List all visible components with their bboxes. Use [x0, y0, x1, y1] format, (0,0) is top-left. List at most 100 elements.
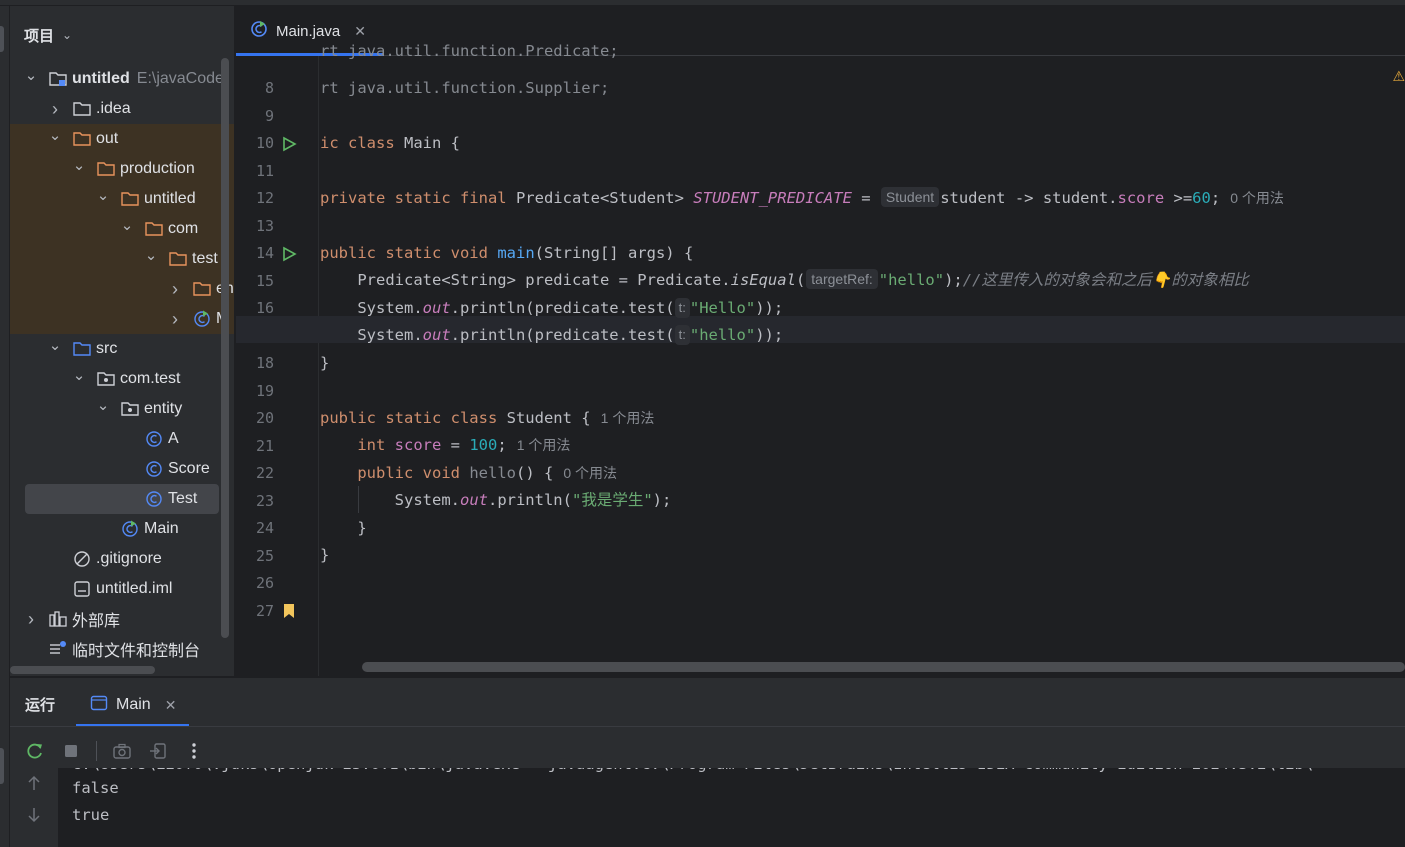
console-line: true	[72, 806, 110, 824]
line-number: 15	[255, 271, 274, 290]
tree-item[interactable]: ›Main	[10, 514, 234, 544]
java-class-icon	[144, 460, 164, 478]
tree-item[interactable]: › 外部库	[10, 604, 234, 634]
tree-item[interactable]: ›en	[10, 274, 234, 304]
tree-item[interactable]: ›.gitignore	[10, 544, 234, 574]
chevron-right-icon[interactable]: ›	[168, 309, 182, 330]
folder-orange-icon	[144, 220, 164, 238]
chevron-right-icon[interactable]: ›	[48, 99, 62, 120]
code-line-21: int score = 100; 1 个用法	[320, 436, 571, 454]
run-gutter-icon[interactable]	[280, 240, 298, 267]
code-line-15: Predicate<String> predicate = Predicate.…	[320, 269, 1249, 289]
tree-item[interactable]: ⌄ out	[10, 124, 234, 154]
usage-hint: 1 个用法	[600, 410, 655, 426]
chevron-down-icon[interactable]: ⌄	[72, 158, 86, 173]
tree-item-label: Test	[168, 490, 198, 507]
arrow-up-icon[interactable]	[26, 774, 42, 796]
run-tab-label: Main	[116, 696, 151, 713]
scratches-icon	[48, 640, 68, 658]
tree-item[interactable]: ⌄ untitled	[10, 184, 234, 214]
code-line-16: System.out.println(predicate.test(t: "Hel…	[320, 298, 784, 318]
tree-item[interactable]: ⌄ untitled E:\javaCode\	[10, 64, 234, 94]
tree-item[interactable]: ›untitled.iml	[10, 574, 234, 604]
chevron-right-icon[interactable]: ›	[24, 609, 38, 630]
source-folder-icon	[72, 340, 92, 358]
console-output[interactable]: C:\Users\Li0f0\.jdks\openjdk-23.0.1\bin\…	[58, 768, 1405, 847]
line-number: 11	[255, 161, 274, 180]
chevron-down-icon[interactable]: ⌄	[24, 68, 38, 83]
chevron-down-icon[interactable]: ⌄	[120, 218, 134, 233]
toolbar-separator	[96, 741, 97, 761]
line-number: 8	[264, 79, 274, 97]
inlay-hint: targetRef:	[806, 269, 878, 289]
code-area[interactable]: rt java.util.function.Predicate; rt java…	[320, 42, 1405, 676]
inlay-hint: t:	[674, 298, 690, 318]
line-number	[236, 38, 274, 65]
chevron-right-icon[interactable]: ›	[168, 279, 182, 300]
tree-item[interactable]: ›A	[10, 424, 234, 454]
more-options-icon[interactable]	[183, 740, 205, 762]
editor-horizontal-scrollbar[interactable]	[362, 662, 1405, 672]
project-panel: 项目 ⌄ ⌄ untitled E:\javaCode\ › .idea ⌄ out ⌄ pro…	[10, 6, 234, 676]
project-panel-title: 项目	[24, 27, 55, 45]
run-panel-title: 运行	[25, 697, 56, 714]
code-line-25: }	[320, 546, 330, 564]
code-line-12: private static final Predicate<Student> …	[320, 187, 1284, 207]
chevron-down-icon[interactable]: ⌄	[144, 248, 158, 263]
code-line-14: public static void main(String[] args) {	[320, 244, 694, 262]
module-folder-icon	[48, 70, 68, 88]
tree-item[interactable]: ⌄ test	[10, 244, 234, 274]
arrow-down-icon[interactable]	[26, 806, 42, 828]
tree-item-label: 临时文件和控制台	[72, 643, 201, 660]
close-icon[interactable]: ✕	[354, 23, 366, 40]
tree-item[interactable]: ›临时文件和控制台	[10, 634, 234, 664]
console-line: false	[72, 779, 119, 797]
code-line-23: System.out.println("我是学生");	[320, 491, 672, 509]
tree-item[interactable]: ›M	[10, 304, 234, 334]
tree-item[interactable]: ⌄ com	[10, 214, 234, 244]
exit-icon[interactable]	[147, 740, 169, 762]
library-icon	[48, 610, 68, 628]
rerun-icon[interactable]	[24, 740, 46, 762]
project-vertical-scrollbar[interactable]	[221, 58, 229, 638]
run-tab-main[interactable]: Main ✕	[76, 684, 189, 727]
run-tool-indicator[interactable]	[0, 748, 4, 784]
package-icon	[96, 370, 116, 388]
tree-item[interactable]: ›Score	[10, 454, 234, 484]
run-gutter-icon[interactable]	[280, 130, 298, 157]
chevron-down-icon[interactable]: ⌄	[96, 398, 110, 413]
folder-orange-icon	[192, 280, 212, 298]
line-number: 27	[255, 601, 274, 620]
tree-item-label: entity	[144, 400, 183, 417]
tree-item[interactable]: ⌄ entity	[10, 394, 234, 424]
camera-icon[interactable]	[111, 740, 133, 762]
tree-item[interactable]: › .idea	[10, 94, 234, 124]
chevron-down-icon[interactable]: ⌄	[96, 188, 110, 203]
tree-item-path: E:\javaCode\	[136, 70, 229, 87]
tree-item-label: .idea	[96, 100, 131, 117]
folder-orange-icon	[96, 160, 116, 178]
project-tool-indicator[interactable]	[0, 26, 4, 52]
stop-icon[interactable]	[60, 740, 82, 762]
tree-item[interactable]: ›Test	[25, 484, 219, 514]
line-number: 18	[255, 354, 274, 372]
tree-item-label: A	[168, 430, 179, 447]
tree-item-label: 外部库	[72, 613, 121, 630]
chevron-down-icon[interactable]: ⌄	[72, 368, 86, 383]
chevron-down-icon[interactable]: ⌄	[48, 338, 62, 353]
editor-gutter: 89101112131415161718192021222324252627	[236, 56, 320, 676]
project-panel-header[interactable]: 项目 ⌄	[24, 25, 72, 45]
bookmark-icon[interactable]	[280, 598, 298, 625]
tree-item[interactable]: ⌄ production	[10, 154, 234, 184]
close-icon[interactable]: ✕	[165, 697, 177, 714]
console-icon	[90, 695, 108, 716]
tree-item[interactable]: ⌄ src	[10, 334, 234, 364]
tree-item-label: Score	[168, 460, 210, 477]
tree-item-label: Main	[144, 520, 179, 537]
tree-item[interactable]: ⌄ com.test	[10, 364, 234, 394]
chevron-down-icon[interactable]: ⌄	[62, 28, 72, 42]
project-horizontal-scrollbar[interactable]	[10, 666, 155, 674]
inlay-hint: Student	[880, 187, 940, 207]
line-number: 23	[255, 491, 274, 510]
chevron-down-icon[interactable]: ⌄	[48, 128, 62, 143]
